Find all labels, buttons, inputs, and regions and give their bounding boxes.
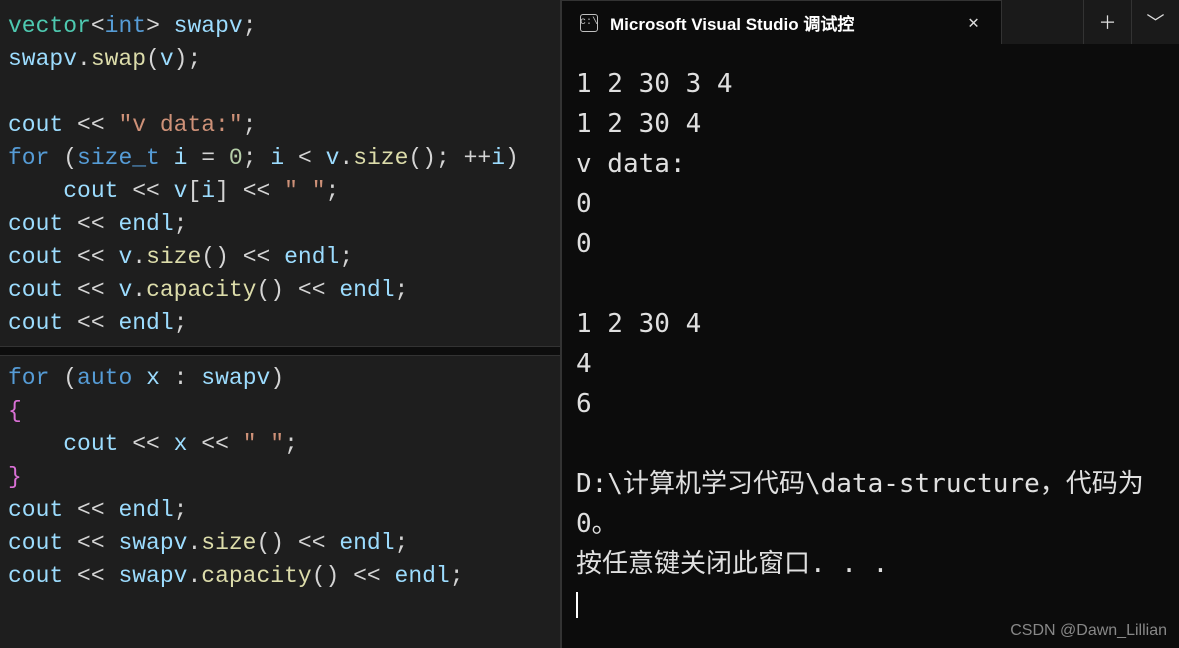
code-block-2: for (auto x : swapv) { cout << x << " ";… (8, 362, 552, 593)
code-editor[interactable]: vector<int> swapv; swapv.swap(v); cout <… (0, 0, 560, 648)
terminal-output[interactable]: 1 2 30 3 4 1 2 30 4 v data: 0 0 1 2 30 4… (562, 44, 1179, 648)
terminal-tab[interactable]: c:\ Microsoft Visual Studio 调试控 ✕ (562, 0, 1002, 44)
cursor (576, 592, 578, 618)
tab-title: Microsoft Visual Studio 调试控 (610, 10, 952, 35)
terminal-window: c:\ Microsoft Visual Studio 调试控 ✕ ＋ ﹀ 1 … (560, 0, 1179, 648)
watermark: CSDN @Dawn_Lillian (1010, 622, 1167, 640)
new-tab-button[interactable]: ＋ (1083, 0, 1131, 44)
terminal-title-bar: c:\ Microsoft Visual Studio 调试控 ✕ ＋ ﹀ (562, 0, 1179, 44)
dropdown-button[interactable]: ﹀ (1131, 0, 1179, 44)
terminal-icon: c:\ (580, 14, 598, 32)
title-actions: ＋ ﹀ (1083, 0, 1179, 44)
split-divider[interactable] (0, 346, 560, 356)
close-icon[interactable]: ✕ (964, 8, 983, 38)
code-block-1: vector<int> swapv; swapv.swap(v); cout <… (8, 10, 552, 340)
